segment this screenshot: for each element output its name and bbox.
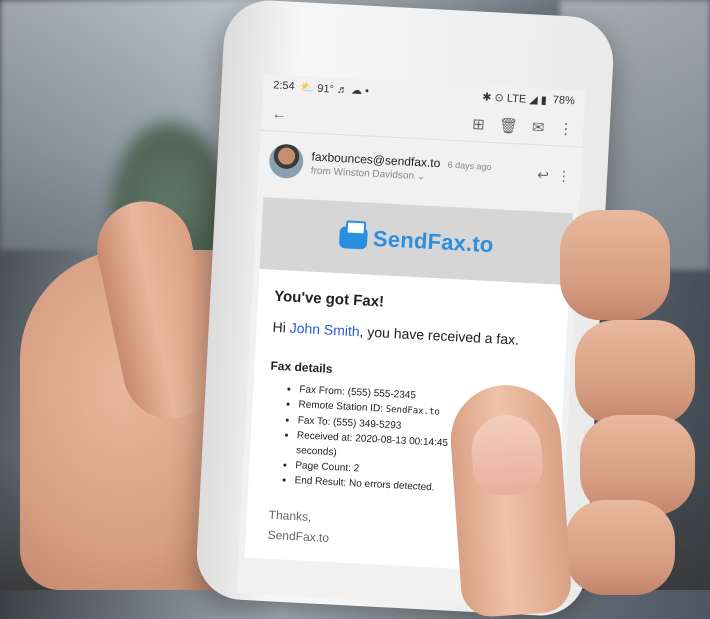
status-right-icons: ✱ ⊙ LTE ◢ ▮ bbox=[482, 90, 548, 107]
right-hand-finger-4 bbox=[565, 500, 675, 595]
greeting: Hi John Smith, you have received a fax. bbox=[272, 318, 520, 348]
mail-icon[interactable]: ✉ bbox=[531, 118, 545, 137]
recipient-link[interactable]: John Smith bbox=[289, 320, 360, 340]
fax-logo-icon bbox=[338, 226, 368, 250]
archive-icon[interactable]: ⊞ bbox=[472, 115, 486, 134]
arrow-left-icon[interactable]: ← bbox=[271, 105, 287, 123]
clock: 2:54 bbox=[272, 79, 295, 93]
right-hand-finger-2 bbox=[575, 320, 695, 425]
trash-icon[interactable]: 🗑 bbox=[498, 116, 518, 135]
email-time: 6 days ago bbox=[447, 159, 492, 172]
avatar[interactable] bbox=[268, 143, 305, 180]
battery-percent: 78% bbox=[552, 94, 576, 108]
status-left-icons: ⛅ 91° ♬ ☁ • bbox=[300, 81, 370, 97]
logo-text: SendFax.to bbox=[372, 225, 495, 258]
right-hand-finger-1 bbox=[560, 210, 670, 320]
sender-info: faxbounces@sendfax.to 6 days ago from Wi… bbox=[311, 149, 530, 187]
reply-all-icon[interactable]: ↩ bbox=[537, 166, 550, 184]
more-vert-icon-email[interactable]: ⋮ bbox=[556, 167, 572, 185]
message-heading: You've got Fax! bbox=[273, 287, 385, 311]
more-vert-icon[interactable]: ⋮ bbox=[558, 119, 574, 138]
chevron-down-icon[interactable]: ⌄ bbox=[417, 171, 426, 182]
